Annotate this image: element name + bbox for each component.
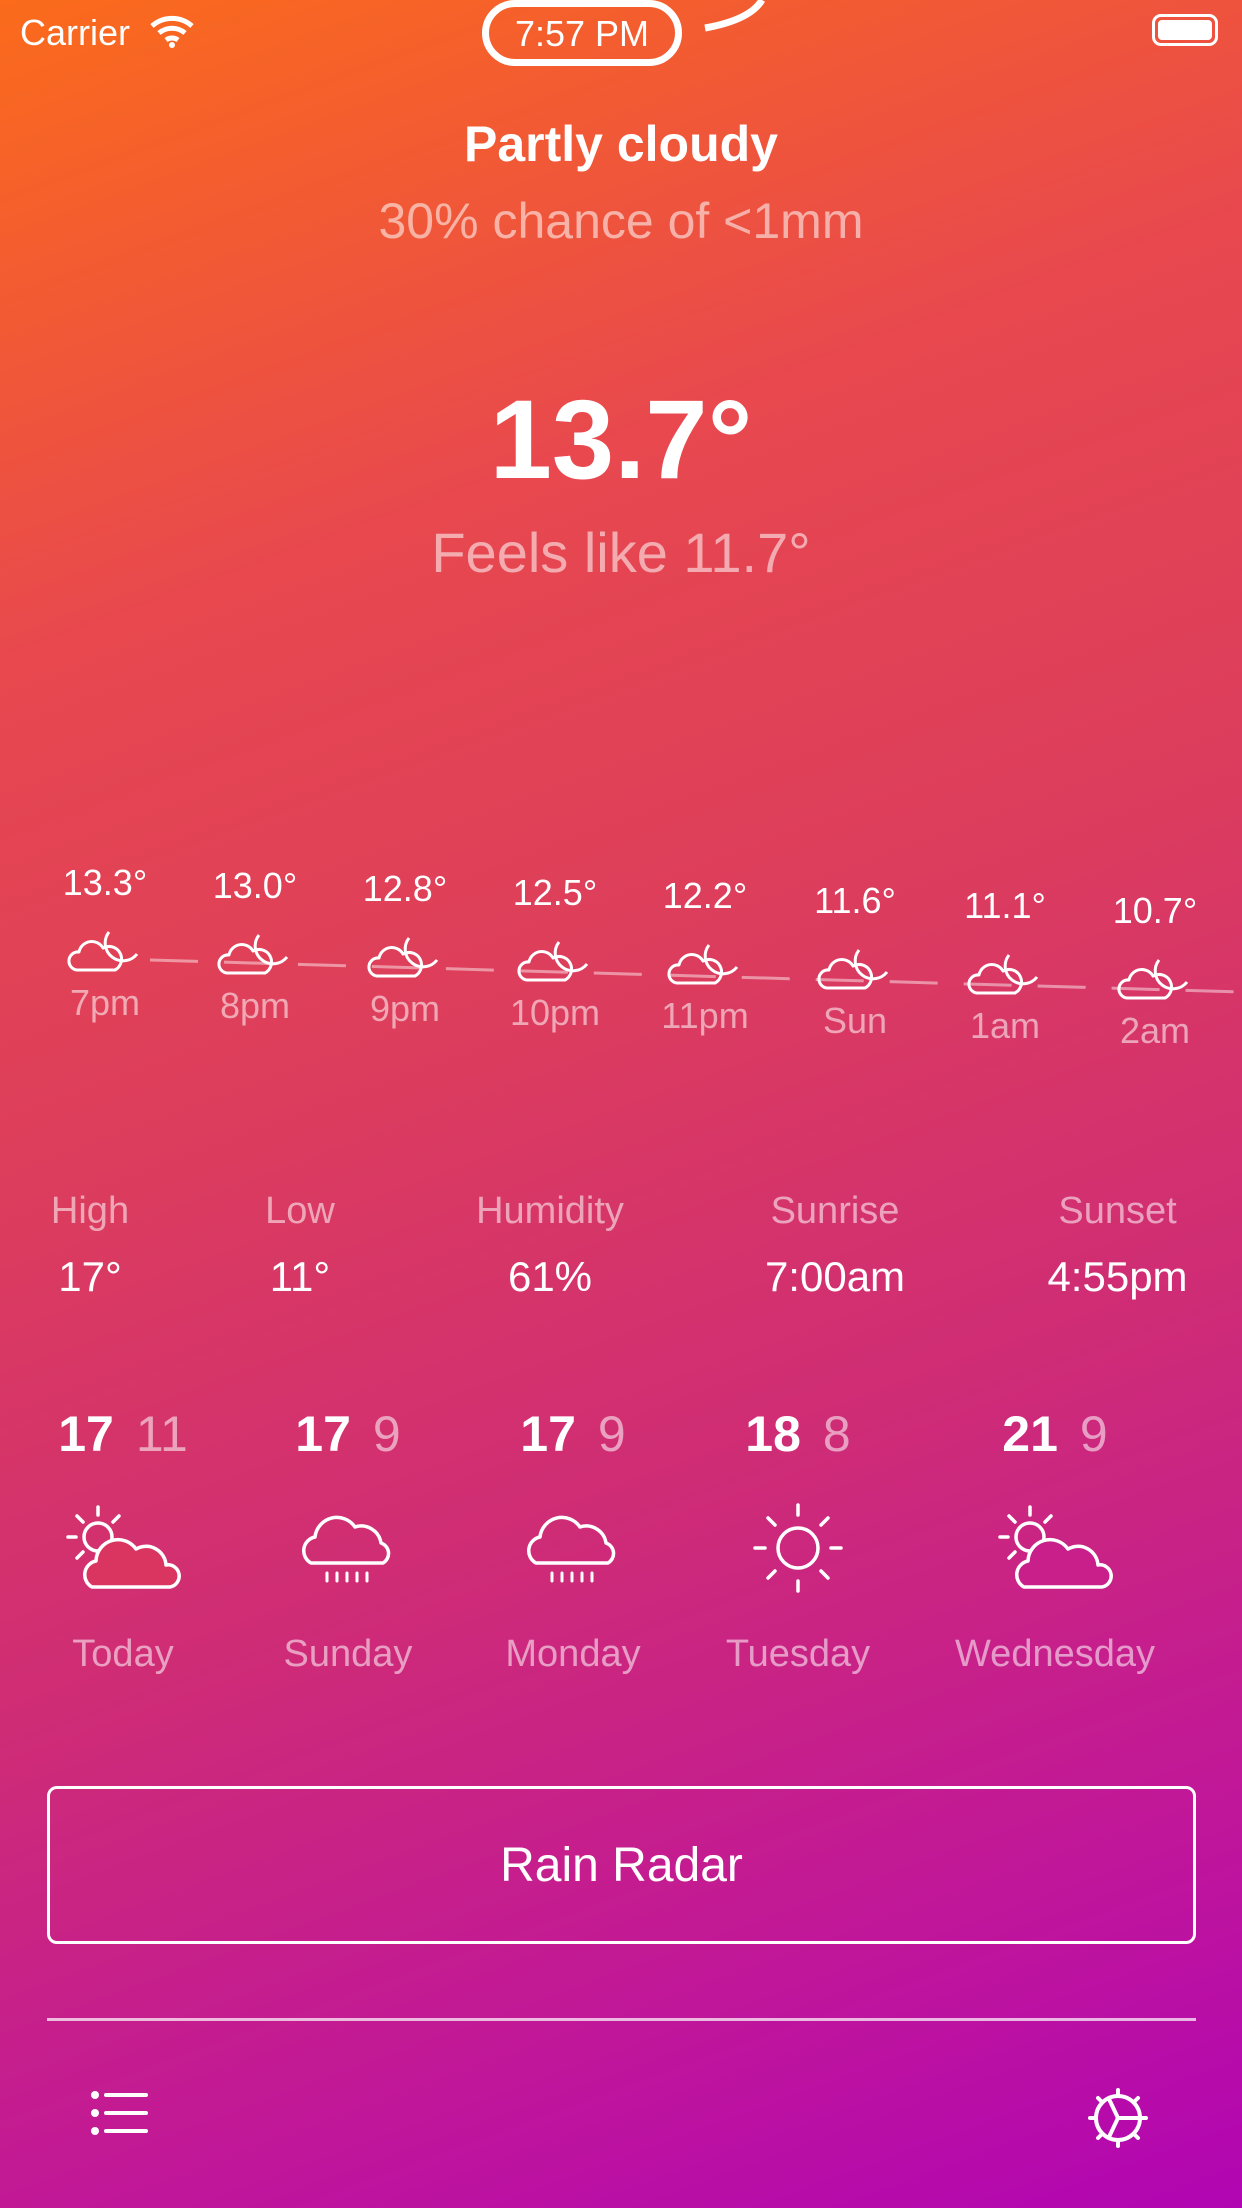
stat-value: 17° [58,1253,122,1300]
hourly-item: 12.8° 9pm [330,868,480,1030]
stat-sunset: Sunset 4:55pm [1000,1190,1235,1301]
stat-low: Low 11° [240,1190,360,1301]
hourly-temp: 11.6° [814,880,896,921]
daily-item[interactable]: 17 9 Monday [458,1405,688,1676]
condition-label: Partly cloudy [464,116,778,172]
partly-cloudy-night-icon [667,944,739,985]
hourly-label: 10pm [509,992,601,1033]
stat-label: Low [265,1190,335,1232]
daily-low: 8 [822,1406,851,1462]
partly-cloudy-night-icon [517,941,589,982]
stat-high: High 17° [30,1190,150,1301]
daily-high: 17 [58,1406,114,1462]
settings-icon[interactable] [1085,2085,1151,2151]
hourly-item: 13.3° 7pm [30,862,180,1024]
divider [47,2018,1196,2021]
hourly-item: 12.5° 10pm [480,872,630,1034]
hourly-label: 2am [1119,1010,1191,1051]
daily-name: Sunday [283,1633,413,1675]
stat-label: High [50,1190,130,1232]
stat-sunrise: Sunrise 7:00am [715,1190,955,1301]
stat-value: 4:55pm [1047,1253,1188,1300]
rain-icon [302,1515,391,1583]
daily-high: 18 [745,1406,801,1462]
hourly-temp: 13.3° [62,862,148,903]
partly-cloudy-day-icon [66,1505,181,1589]
battery-icon [1152,14,1218,46]
stat-label: Humidity [476,1190,624,1232]
stat-label: Sunset [1058,1190,1177,1232]
partly-cloudy-night-icon [67,931,139,972]
list-icon[interactable] [90,2090,152,2136]
partly-cloudy-night-icon [367,937,439,978]
daily-high: 21 [1002,1406,1058,1462]
daily-name: Wednesday [955,1633,1155,1675]
stat-value: 7:00am [764,1253,906,1300]
hourly-temp: 12.5° [512,872,598,913]
status-time: 7:57 PM [482,0,682,66]
daily-low: 9 [1079,1406,1108,1462]
stat-value: 61% [507,1253,593,1300]
stat-humidity: Humidity 61% [440,1190,660,1301]
partly-cloudy-night-icon [1117,959,1189,1000]
hourly-temp: 13.0° [212,865,298,906]
rain-radar-button[interactable]: Rain Radar [47,1786,1196,1944]
hourly-item: 11.1° 1am [930,885,1080,1047]
daily-low: 11 [135,1406,188,1462]
hourly-label: Sun [822,1000,888,1041]
hourly-label: 7pm [69,982,141,1023]
stat-value: 11° [269,1253,331,1300]
sun-icon [753,1503,843,1593]
hourly-label: 1am [969,1005,1041,1046]
rain-icon [527,1515,616,1583]
daily-name: Tuesday [725,1633,871,1675]
rain-chance-label: 30% chance of <1mm [378,193,864,249]
hourly-temp: 10.7° [1112,890,1198,931]
current-temperature: 13.7° [489,377,753,502]
daily-high: 17 [520,1406,576,1462]
carrier-label: Carrier [20,12,131,53]
daily-low: 9 [597,1406,626,1462]
daily-name: Today [72,1633,174,1675]
hourly-temp: 12.2° [662,875,748,916]
hourly-label: 8pm [219,985,291,1026]
stat-label: Sunrise [770,1190,900,1232]
partly-cloudy-night-icon [967,954,1039,995]
daily-item[interactable]: 21 9 Wednesday [940,1405,1170,1676]
hourly-temp: 11.1° [964,885,1046,926]
status-time-tail [704,0,765,32]
partly-cloudy-night-icon [217,934,289,975]
daily-name: Monday [505,1633,641,1675]
hourly-label: 11pm [661,995,749,1036]
partly-cloudy-day-icon [998,1505,1113,1589]
daily-item[interactable]: 17 11 Today [8,1405,238,1676]
daily-item[interactable]: 17 9 Sunday [233,1405,463,1676]
daily-item[interactable]: 18 8 Tuesday [683,1405,913,1676]
feels-like-label: Feels like 11.7° [431,521,811,584]
daily-high: 17 [295,1406,351,1462]
daily-low: 9 [372,1406,401,1462]
hourly-item: 13.0° 8pm [180,865,330,1027]
hourly-temp: 12.8° [362,868,448,909]
hourly-item: 12.2° 11pm [630,875,780,1037]
partly-cloudy-night-icon [817,949,889,990]
hourly-item: 11.6° Sun [780,880,930,1042]
hourly-item: 10.7° 2am [1080,890,1230,1052]
hourly-label: 9pm [369,988,441,1029]
wifi-icon [150,15,194,48]
